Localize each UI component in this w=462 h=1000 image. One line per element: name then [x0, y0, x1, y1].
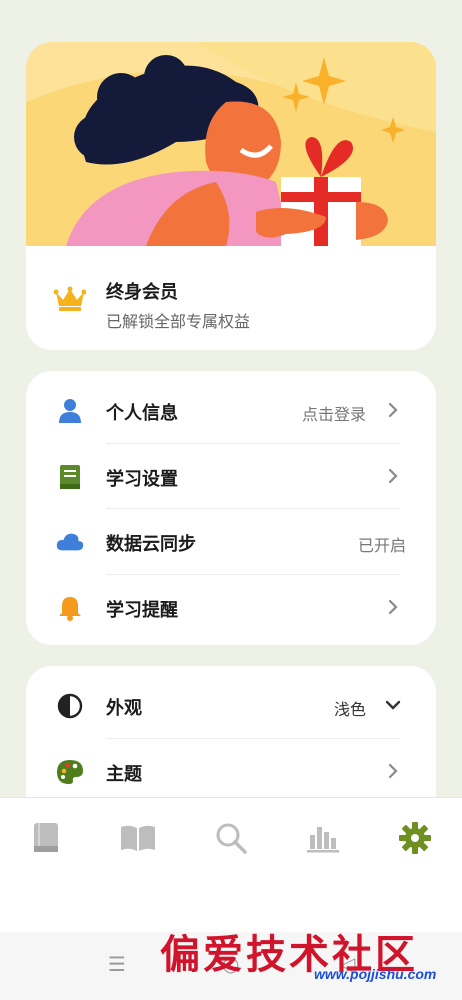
settings-row-cloud-sync[interactable]: 数据云同步 已开启 — [26, 508, 436, 574]
gear-icon — [399, 822, 431, 854]
bell-icon — [56, 594, 84, 622]
membership-info: 终身会员 已解锁全部专属权益 — [26, 246, 436, 350]
settings-row-study[interactable]: 学习设置 — [26, 443, 436, 509]
book-icon — [56, 463, 84, 491]
tab-library[interactable] — [120, 822, 156, 854]
membership-title: 终身会员 — [106, 282, 178, 303]
watermark-url: www.pojjishu.com — [314, 966, 437, 982]
settings-row-label: 数据云同步 — [106, 534, 196, 555]
chevron-right-icon — [388, 402, 398, 418]
chevron-right-icon — [388, 599, 398, 615]
settings-row-theme[interactable]: 主题 — [26, 738, 436, 804]
chevron-right-icon — [388, 468, 398, 484]
crown-icon — [54, 286, 86, 311]
contrast-icon — [56, 692, 84, 720]
cloud-icon — [56, 528, 84, 556]
theme-label: 主题 — [106, 764, 142, 785]
membership-card[interactable]: 终身会员 已解锁全部专属权益 — [26, 42, 436, 350]
chevron-down-icon — [385, 700, 401, 710]
tab-search[interactable] — [213, 822, 249, 854]
palette-icon — [56, 758, 84, 786]
tab-stats[interactable] — [305, 822, 341, 854]
settings-row-reminder[interactable]: 学习提醒 — [26, 574, 436, 640]
appearance-value: 浅色 — [333, 700, 366, 719]
settings-row-label: 学习提醒 — [106, 600, 178, 621]
chevron-right-icon — [388, 763, 398, 779]
book-icon — [34, 823, 58, 852]
settings-row-label: 学习设置 — [106, 469, 178, 490]
login-prompt: 点击登录 — [301, 405, 366, 424]
tab-book[interactable] — [28, 822, 64, 854]
membership-subtitle: 已解锁全部专属权益 — [106, 312, 251, 331]
chart-icon — [307, 827, 339, 853]
appearance-label: 外观 — [106, 698, 142, 719]
open-book-icon — [121, 825, 155, 851]
settings-row-profile[interactable]: 个人信息 点击登录 — [26, 377, 436, 443]
menu-icon[interactable]: ☰ — [108, 952, 126, 976]
settings-row-label: 个人信息 — [106, 403, 178, 424]
membership-banner-illustration — [26, 42, 436, 246]
sync-status: 已开启 — [357, 536, 406, 555]
tab-settings[interactable] — [397, 822, 433, 854]
search-icon — [216, 823, 247, 854]
bottom-tab-bar — [0, 797, 462, 932]
person-icon — [56, 397, 84, 425]
settings-card: 个人信息 点击登录 学习设置 数据云同步 已开启 学习提醒 — [26, 371, 436, 645]
settings-row-appearance[interactable]: 外观 浅色 — [26, 672, 436, 738]
